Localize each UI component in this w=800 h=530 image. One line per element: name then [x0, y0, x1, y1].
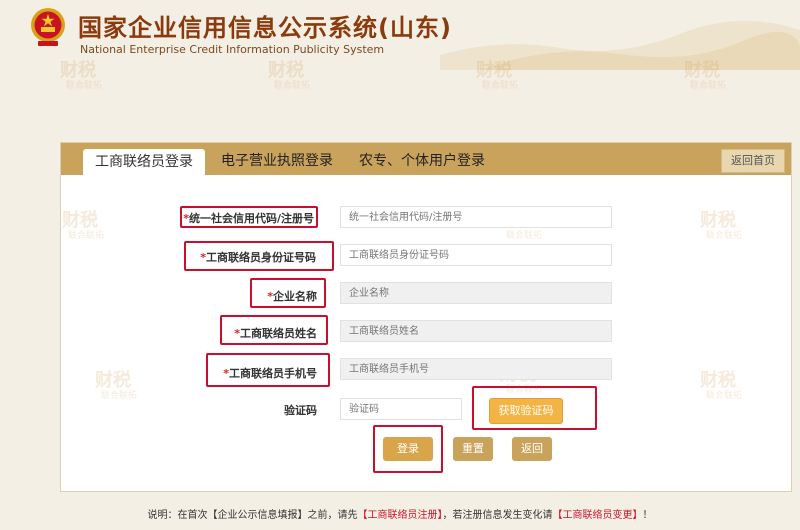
tab-liaison-login[interactable]: 工商联络员登录 [83, 149, 205, 175]
field-label-company-name: *企业名称 [267, 290, 317, 303]
field-label-phone: *工商联络员手机号 [223, 367, 317, 380]
field-label-id-number: *工商联络员身份证号码 [200, 251, 316, 264]
tab-bar: 工商联络员登录 电子营业执照登录 农专、个体用户登录 返回首页 [61, 143, 791, 175]
company-name-input[interactable] [340, 282, 612, 304]
tab-e-license-login[interactable]: 电子营业执照登录 [221, 143, 333, 175]
site-subtitle: National Enterprise Credit Information P… [80, 43, 385, 56]
back-button[interactable]: 返回 [512, 437, 552, 461]
liaison-name-input[interactable] [340, 320, 612, 342]
login-button[interactable]: 登录 [383, 437, 433, 461]
hills-decoration [440, 20, 800, 70]
footer-note: 说明：在首次【企业公示信息填报】之前，请先【工商联络员注册】，若注册信息发生变化… [147, 510, 653, 521]
id-number-input[interactable] [340, 244, 612, 266]
captcha-input[interactable] [340, 398, 462, 420]
liaison-register-link[interactable]: 【工商联络员注册】 [358, 510, 443, 521]
get-code-button[interactable]: 获取验证码 [489, 398, 563, 424]
field-label-captcha: 验证码 [284, 404, 317, 417]
tab-individual-login[interactable]: 农专、个体用户登录 [359, 143, 485, 175]
site-header: 国家企业信用信息公示系统(山东) National Enterprise Cre… [0, 0, 800, 70]
liaison-change-link[interactable]: 【工商联络员变更】 [553, 510, 643, 521]
reset-button[interactable]: 重置 [453, 437, 493, 461]
credit-code-input[interactable] [340, 206, 612, 228]
field-label-liaison-name: *工商联络员姓名 [234, 327, 317, 340]
field-label-credit-code: *统一社会信用代码/注册号 [183, 212, 314, 225]
site-title: 国家企业信用信息公示系统(山东) [78, 14, 452, 42]
national-emblem-icon [31, 8, 65, 46]
phone-input[interactable] [340, 358, 612, 380]
back-home-button[interactable]: 返回首页 [721, 149, 785, 173]
